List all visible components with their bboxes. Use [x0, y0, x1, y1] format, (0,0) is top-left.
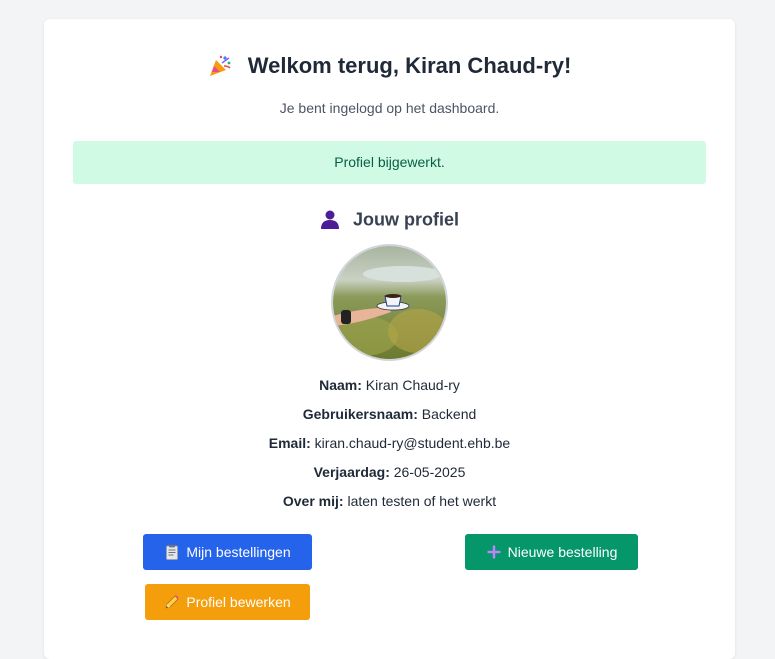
edit-profile-button[interactable]: Profiel bewerken: [145, 584, 310, 620]
field-about: Over mij: laten testen of het werkt: [282, 493, 497, 509]
profile-heading: Jouw profiel: [44, 206, 735, 230]
field-birthday: Verjaardag: 26-05-2025: [313, 464, 466, 480]
new-order-button[interactable]: Nieuwe bestelling: [465, 534, 638, 570]
plus-icon: [487, 545, 501, 559]
success-alert: Profiel bijgewerkt.: [73, 141, 706, 184]
party-popper-icon: [209, 55, 231, 77]
dashboard-card: Welkom terug, Kiran Chaud-ry! Je bent in…: [44, 19, 735, 659]
field-username: Gebruikersnaam: Backend: [302, 406, 477, 422]
pencil-icon: [165, 595, 180, 609]
avatar: [331, 244, 448, 361]
subtitle: Je bent ingelogd op het dashboard.: [279, 100, 500, 116]
clipboard-icon: [166, 544, 179, 560]
field-email: Email: kiran.chaud-ry@student.ehb.be: [268, 435, 511, 451]
my-orders-button[interactable]: Mijn bestellingen: [143, 534, 312, 570]
page-title: Welkom terug, Kiran Chaud-ry!: [44, 50, 735, 80]
field-name: Naam: Kiran Chaud-ry: [319, 377, 460, 393]
welcome-title: Welkom terug, Kiran Chaud-ry!: [247, 53, 572, 79]
user-silhouette-icon: [320, 210, 339, 230]
avatar-photo: [333, 246, 446, 359]
